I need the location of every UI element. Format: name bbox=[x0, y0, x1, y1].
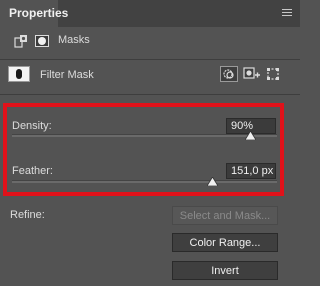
disable-mask-icon[interactable] bbox=[265, 66, 283, 82]
invert-button[interactable]: Invert bbox=[172, 261, 278, 280]
divider bbox=[0, 94, 300, 95]
mask-row: Filter Mask bbox=[0, 60, 300, 90]
panel-tab-bar: Properties bbox=[0, 0, 300, 27]
mask-mode-row: Masks bbox=[14, 33, 294, 51]
color-range-button[interactable]: Color Range... bbox=[172, 233, 278, 252]
panel-menu-icon[interactable] bbox=[282, 9, 292, 18]
load-selection-icon[interactable] bbox=[220, 66, 238, 82]
pixel-mask-icon[interactable] bbox=[14, 34, 28, 48]
highlight-box bbox=[3, 103, 284, 196]
vector-mask-icon[interactable] bbox=[35, 35, 49, 47]
masks-label: Masks bbox=[58, 34, 90, 46]
mask-name: Filter Mask bbox=[40, 69, 94, 81]
mask-thumbnail[interactable] bbox=[8, 66, 30, 82]
select-and-mask-button[interactable]: Select and Mask... bbox=[172, 206, 278, 225]
tab-properties[interactable]: Properties bbox=[0, 0, 68, 27]
properties-panel: Properties Masks Filter Mask Density: 90… bbox=[0, 0, 300, 286]
apply-mask-icon[interactable] bbox=[243, 66, 261, 82]
refine-label: Refine: bbox=[10, 209, 45, 221]
